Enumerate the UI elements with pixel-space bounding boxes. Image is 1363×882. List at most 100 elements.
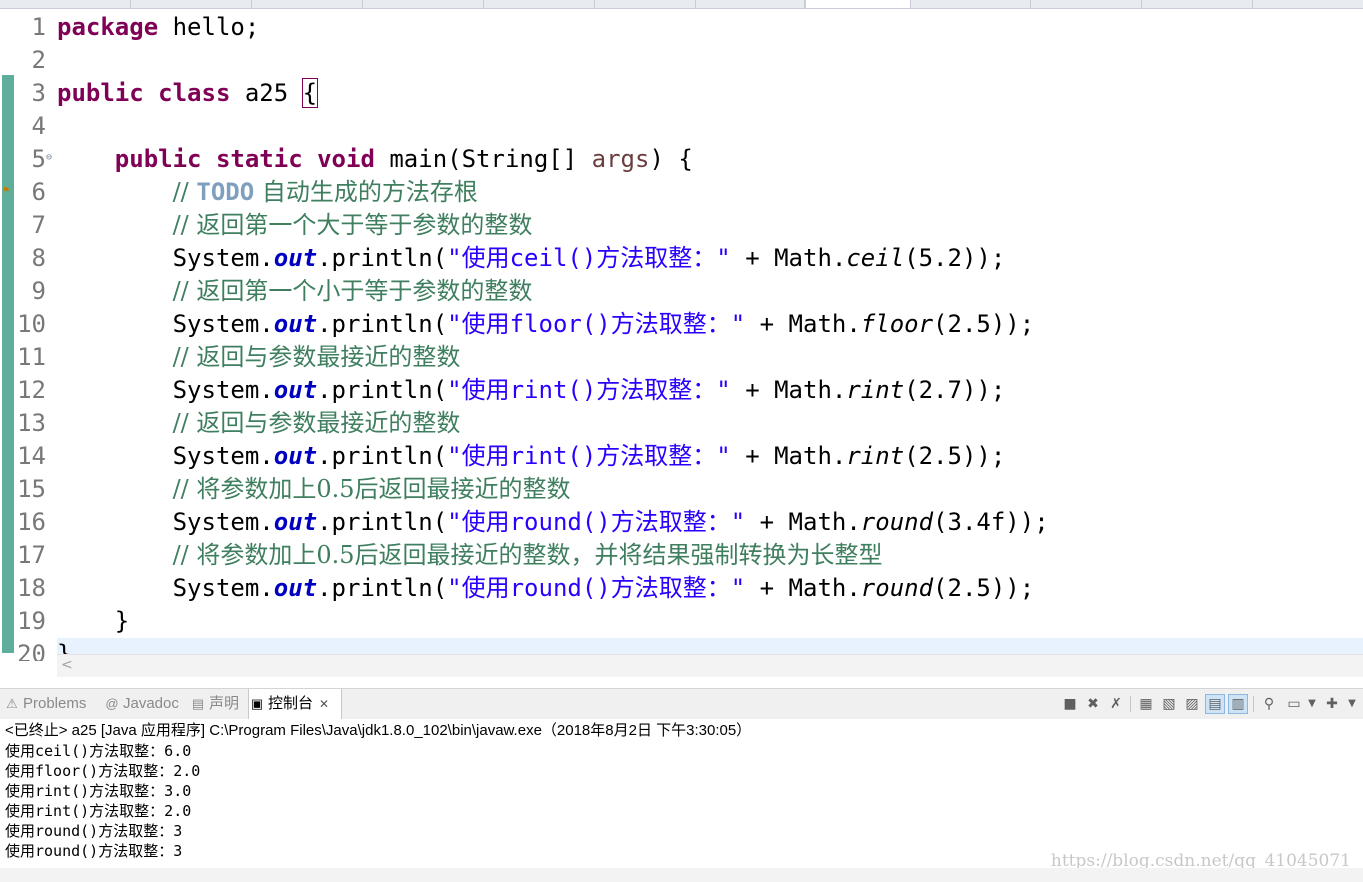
code-line[interactable]: // 返回与参数最接近的整数: [57, 407, 461, 440]
tab-console[interactable]: ▣ 控制台 ✕: [248, 689, 342, 720]
code-line[interactable]: System.out.println("使用round()方法取整：" + Ma…: [57, 572, 1035, 605]
code-token: // 返回第一个小于等于参数的整数: [172, 277, 533, 305]
code-token: "使用rint()方法取整：": [447, 442, 731, 470]
code-line[interactable]: // 将参数加上0.5后返回最接近的整数: [57, 473, 571, 506]
fold-toggle-icon[interactable]: ⊖: [46, 152, 52, 163]
line-number: 14: [17, 442, 46, 470]
display-console-icon[interactable]: ▭: [1284, 694, 1304, 714]
console-output-line: 使用rint()方法取整：3.0: [5, 782, 192, 800]
clear-console-icon[interactable]: ▦: [1136, 694, 1156, 714]
code-line[interactable]: System.out.println("使用floor()方法取整：" + Ma…: [57, 308, 1035, 341]
code-token: "使用rint()方法取整：": [447, 376, 731, 404]
line-number: 18: [17, 574, 46, 602]
open-console-icon[interactable]: ✚: [1322, 694, 1342, 714]
console-launch-header: <已终止> a25 [Java 应用程序] C:\Program Files\J…: [5, 722, 752, 739]
tab-declaration[interactable]: ▤ 声明: [190, 689, 244, 719]
word-wrap-icon[interactable]: ▨: [1182, 694, 1202, 714]
code-line[interactable]: // 返回与参数最接近的整数: [57, 341, 461, 374]
code-line[interactable]: // 将参数加上0.5后返回最接近的整数，并将结果强制转换为长整型: [57, 539, 883, 572]
code-token: rint: [846, 376, 905, 404]
console-view[interactable]: <已终止> a25 [Java 应用程序] C:\Program Files\J…: [0, 719, 1363, 882]
line-number: 2: [31, 46, 46, 74]
code-token: (2.5));: [933, 310, 1035, 338]
code-token: ceil: [846, 244, 905, 272]
code-token: {: [301, 78, 319, 108]
line-number: 11: [17, 343, 46, 371]
code-line[interactable]: System.out.println("使用ceil()方法取整：" + Mat…: [57, 242, 1006, 275]
code-line[interactable]: }: [57, 605, 129, 638]
code-token: .println(: [317, 310, 448, 338]
tab-problems[interactable]: ⚠ Problems: [4, 689, 100, 719]
editor-tab[interactable]: [910, 0, 1031, 8]
line-number: 10: [17, 310, 46, 338]
editor-tab[interactable]: [1142, 0, 1253, 8]
editor-tab[interactable]: [1031, 0, 1142, 8]
pin-console-icon[interactable]: ⚲: [1259, 694, 1279, 714]
code-token: out: [273, 244, 318, 272]
code-token: .println(: [317, 508, 448, 536]
code-line[interactable]: System.out.println("使用rint()方法取整：" + Mat…: [57, 374, 1006, 407]
tab-javadoc[interactable]: @ Javadoc: [104, 689, 186, 719]
view-menu-icon[interactable]: ▼: [1342, 694, 1362, 714]
show-on-stdout-icon[interactable]: ▤: [1205, 694, 1225, 714]
line-number: 1: [31, 13, 46, 41]
remove-launch-icon[interactable]: ✖: [1083, 694, 1103, 714]
code-token: .println(: [317, 574, 448, 602]
code-line[interactable]: // TODO 自动生成的方法存根: [57, 176, 478, 209]
code-text-area[interactable]: package hello; public class a25 { public …: [57, 9, 1363, 661]
declaration-icon: ▤: [191, 696, 205, 711]
close-icon[interactable]: ✕: [319, 697, 329, 711]
code-token: (5.2));: [904, 244, 1006, 272]
code-token: round: [860, 574, 934, 602]
line-number: 8: [31, 244, 46, 272]
code-token: System.: [57, 442, 274, 470]
scroll-lock-icon[interactable]: ▧: [1159, 694, 1179, 714]
console-horizontal-scrollbar[interactable]: [0, 868, 1363, 882]
terminate-icon[interactable]: ■: [1060, 694, 1080, 714]
editor-tab-strip: [0, 0, 1363, 9]
code-token: round: [860, 508, 934, 536]
tab-label: Problems: [23, 695, 87, 712]
editor-tab[interactable]: [696, 0, 805, 8]
chevron-down-icon[interactable]: ▼: [1302, 694, 1322, 714]
line-number: 12: [17, 376, 46, 404]
remove-all-icon[interactable]: ✗: [1106, 694, 1126, 714]
code-token: }: [57, 607, 130, 635]
editor-tab[interactable]: [484, 0, 595, 8]
code-line[interactable]: System.out.println("使用round()方法取整：" + Ma…: [57, 506, 1049, 539]
line-number: 9: [31, 277, 46, 305]
line-number: 4: [31, 112, 46, 140]
code-token: "使用ceil()方法取整：": [447, 244, 731, 272]
editor-tab[interactable]: [595, 0, 696, 8]
editor-tab[interactable]: [363, 0, 484, 8]
show-on-stderr-icon[interactable]: ▥: [1228, 694, 1248, 714]
code-editor[interactable]: ⊖ ⚑ 1 2 3 4 5 6 7 8 9 10 11 12 13 14 15 16 17 18 19 20 pack…: [0, 9, 1363, 661]
code-line[interactable]: // 返回第一个大于等于参数的整数: [57, 209, 533, 242]
code-token: .println(: [317, 376, 448, 404]
code-line[interactable]: System.out.println("使用rint()方法取整：" + Mat…: [57, 440, 1006, 473]
editor-tab[interactable]: [131, 0, 252, 8]
code-line[interactable]: package hello;: [57, 11, 259, 44]
scroll-left-icon[interactable]: <: [61, 657, 73, 673]
editor-tab[interactable]: [0, 0, 131, 8]
view-tab-bar: ⚠ Problems @ Javadoc ▤ 声明 ▣ 控制台 ✕ ■ ✖ ✗ ▦ ▧ ▨ ▤ …: [0, 688, 1363, 720]
code-token: System.: [57, 376, 274, 404]
editor-tab-active[interactable]: [805, 0, 911, 8]
editor-horizontal-scrollbar[interactable]: <: [57, 654, 1363, 677]
code-line[interactable]: public class a25 {: [57, 77, 319, 110]
code-line[interactable]: public static void main(String[] args) {: [57, 143, 693, 176]
code-token: class: [158, 79, 231, 107]
code-token: + Math.: [730, 376, 847, 404]
code-token: (2.5));: [904, 442, 1006, 470]
editor-tab[interactable]: [252, 0, 363, 8]
code-token: out: [273, 508, 318, 536]
code-line[interactable]: // 返回第一个小于等于参数的整数: [57, 275, 533, 308]
console-output-line: 使用ceil()方法取整：6.0: [5, 742, 192, 760]
code-token: (3.4f));: [933, 508, 1049, 536]
console-output-line: 使用round()方法取整：3: [5, 842, 183, 860]
